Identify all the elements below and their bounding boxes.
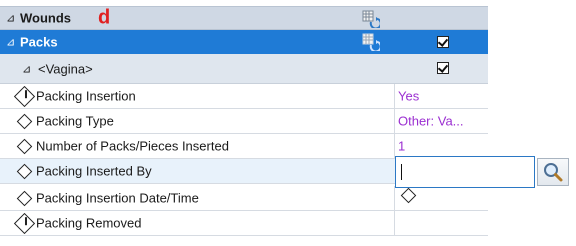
section-label-packs: Packs (20, 34, 58, 50)
collapse-arrow-icon[interactable]: ⊿ (22, 62, 31, 75)
optional-field-icon (16, 138, 33, 155)
date-picker-icon[interactable] (400, 187, 417, 204)
collapse-arrow-icon[interactable]: ⊿ (6, 12, 15, 25)
row-value: Yes (398, 88, 420, 104)
value-cell[interactable]: 1 (394, 134, 488, 158)
table-row[interactable]: Packing Insertion Date/Time (0, 186, 488, 211)
inserted-by-input[interactable] (395, 156, 535, 188)
table-row[interactable]: Packing Insertion Yes (0, 84, 488, 109)
value-cell[interactable] (394, 211, 488, 235)
optional-field-icon (16, 163, 33, 180)
value-cell[interactable]: Other: Va... (394, 109, 488, 133)
optional-field-icon (16, 113, 33, 130)
subsection-header-vagina[interactable]: ⊿ <Vagina> (0, 54, 488, 84)
row-value: Other: Va... (398, 113, 464, 129)
vagina-checkbox[interactable] (437, 62, 449, 74)
row-label: Packing Insertion Date/Time (36, 190, 199, 206)
grid-refresh-icon[interactable] (362, 10, 380, 28)
grid-refresh-icon[interactable] (362, 33, 380, 51)
row-label: Packing Insertion (36, 88, 136, 104)
optional-field-icon (16, 190, 33, 207)
row-label: Number of Packs/Pieces Inserted (36, 138, 229, 154)
table-row[interactable]: Packing Removed (0, 211, 488, 236)
row-label: Packing Removed (36, 215, 142, 231)
collapse-arrow-icon[interactable]: ⊿ (6, 36, 15, 49)
required-field-icon (13, 212, 36, 235)
search-button[interactable] (537, 158, 569, 186)
row-label: Packing Type (36, 113, 114, 129)
section-label-wounds: Wounds (20, 10, 72, 26)
value-cell[interactable]: Yes (394, 84, 488, 108)
packs-checkbox[interactable] (437, 36, 449, 48)
section-header-packs[interactable]: ⊿ Packs (0, 30, 488, 54)
text-cursor (401, 164, 402, 180)
table-row[interactable]: Packing Type Other: Va... (0, 109, 488, 134)
annotation-marker: d (98, 6, 111, 29)
required-field-icon (13, 85, 36, 108)
row-value: 1 (398, 138, 406, 154)
section-header-wounds[interactable]: ⊿ Wounds d (0, 6, 488, 30)
row-label: Packing Inserted By (36, 163, 152, 179)
value-cell[interactable] (394, 186, 488, 210)
subsection-label-vagina: <Vagina> (38, 61, 93, 76)
magnifier-icon (544, 163, 563, 182)
